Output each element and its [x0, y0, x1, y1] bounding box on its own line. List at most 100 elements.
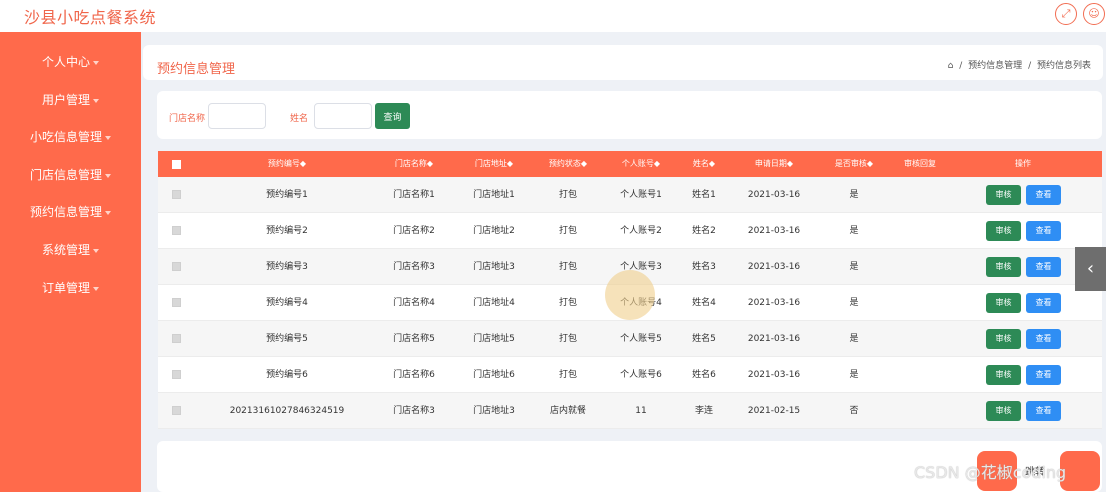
row-checkbox[interactable]	[172, 190, 181, 199]
view-button[interactable]: 查看	[1026, 221, 1061, 241]
audit-button[interactable]: 审核	[986, 365, 1021, 385]
cell-status: 打包	[558, 262, 577, 272]
caret-down-icon	[93, 286, 99, 291]
breadcrumb-item: 预约信息列表	[1036, 61, 1091, 71]
table-row: 20213161027846324519 门店名称3 门店地址3 店内就餐 11…	[158, 393, 1102, 429]
column-header[interactable]: 门店地址◆	[452, 151, 536, 177]
cell-store-address: 门店地址4	[473, 298, 515, 308]
audit-button[interactable]: 审核	[986, 401, 1021, 421]
home-icon[interactable]: ⌂	[948, 61, 954, 71]
cell-date: 2021-03-16	[747, 262, 801, 272]
column-header[interactable]: 预约编号◆	[242, 151, 332, 177]
view-button[interactable]: 查看	[1026, 185, 1061, 205]
cell-date: 2021-03-16	[747, 370, 801, 380]
name-label: 姓名	[290, 114, 309, 124]
cell-date: 2021-03-16	[747, 334, 801, 344]
cell-date: 2021-03-16	[747, 190, 801, 200]
sidebar-item-label: 订单管理	[41, 281, 90, 295]
column-header[interactable]: 姓名◆	[664, 151, 744, 177]
sidebar-item-snack-management[interactable]: 小吃信息管理	[0, 127, 141, 147]
cell-name: 姓名3	[692, 262, 716, 272]
caret-down-icon	[93, 60, 99, 65]
cell-reply	[880, 177, 960, 213]
cell-name: 姓名2	[692, 226, 716, 236]
select-all-checkbox[interactable]	[172, 160, 181, 169]
caret-down-icon	[105, 210, 111, 215]
cell-reply	[880, 393, 960, 429]
audit-button[interactable]: 审核	[986, 257, 1021, 277]
sidebar-item-label: 个人中心	[41, 55, 90, 69]
sidebar-item-reservation-management[interactable]: 预约信息管理	[0, 202, 141, 222]
view-button[interactable]: 查看	[1026, 257, 1061, 277]
page-header: 预约信息管理 ⌂ / 预约信息管理 / 预约信息列表	[143, 45, 1103, 80]
page-title: 预约信息管理	[157, 62, 236, 77]
audit-button[interactable]: 审核	[986, 329, 1021, 349]
search-panel: 门店名称 姓名 查询	[157, 91, 1102, 139]
view-button[interactable]: 查看	[1026, 401, 1061, 421]
cell-name: 姓名4	[692, 298, 716, 308]
cell-status: 打包	[558, 298, 577, 308]
cell-status: 打包	[558, 190, 577, 200]
query-button[interactable]: 查询	[375, 103, 410, 129]
store-name-input[interactable]	[208, 103, 266, 129]
row-checkbox[interactable]	[172, 406, 181, 415]
audit-button[interactable]: 审核	[986, 185, 1021, 205]
row-checkbox[interactable]	[172, 262, 181, 271]
cell-name: 李连	[694, 406, 713, 416]
column-header: 操作	[1015, 159, 1031, 168]
cell-reservation-no: 预约编号4	[266, 298, 308, 308]
cell-reservation-no: 预约编号5	[266, 334, 308, 344]
cell-store-name: 门店名称4	[393, 298, 435, 308]
row-checkbox[interactable]	[172, 370, 181, 379]
cell-reservation-no: 预约编号2	[266, 226, 308, 236]
row-checkbox[interactable]	[172, 226, 181, 235]
view-button[interactable]: 查看	[1026, 365, 1061, 385]
column-header[interactable]: 预约状态◆	[528, 151, 608, 177]
column-header[interactable]: 申请日期◆	[734, 151, 814, 177]
watermark: CSDN @花椒coding	[914, 463, 1067, 482]
collapse-handle[interactable]: ‹	[1075, 247, 1106, 291]
audit-button[interactable]: 审核	[986, 221, 1021, 241]
cell-status: 打包	[558, 370, 577, 380]
cell-reply	[880, 249, 960, 285]
caret-down-icon	[105, 135, 111, 140]
app-title: 沙县小吃点餐系统	[24, 8, 157, 27]
sidebar-item-label: 系统管理	[41, 243, 90, 257]
sidebar: 个人中心 用户管理 小吃信息管理 门店信息管理 预约信息管理 系统管理 订单管理	[0, 32, 141, 492]
audit-button[interactable]: 审核	[986, 293, 1021, 313]
cell-store-name: 门店名称6	[393, 370, 435, 380]
cell-date: 2021-03-16	[747, 298, 801, 308]
cell-reply	[880, 357, 960, 393]
breadcrumb: ⌂ / 预约信息管理 / 预约信息列表	[945, 58, 1091, 71]
view-button[interactable]: 查看	[1026, 329, 1061, 349]
top-bar: 沙县小吃点餐系统 ⤢ ☺	[0, 0, 1106, 32]
breadcrumb-sep: /	[959, 61, 963, 71]
sidebar-item-store-management[interactable]: 门店信息管理	[0, 165, 141, 185]
cell-store-address: 门店地址3	[473, 262, 515, 272]
name-input[interactable]	[314, 103, 372, 129]
breadcrumb-item[interactable]: 预约信息管理	[968, 61, 1022, 71]
sidebar-item-label: 小吃信息管理	[29, 130, 102, 144]
column-header[interactable]: 门店名称◆	[372, 151, 456, 177]
cell-reservation-no: 预约编号6	[266, 370, 308, 380]
view-button[interactable]: 查看	[1026, 293, 1061, 313]
cell-reservation-no: 预约编号3	[266, 262, 308, 272]
cell-status: 打包	[558, 334, 577, 344]
cell-store-name: 门店名称3	[393, 406, 435, 416]
cell-store-name: 门店名称2	[393, 226, 435, 236]
row-checkbox[interactable]	[172, 334, 181, 343]
sidebar-item-personal-center[interactable]: 个人中心	[0, 52, 141, 72]
cell-reply	[880, 285, 960, 321]
user-icon[interactable]: ☺	[1083, 3, 1105, 25]
row-checkbox[interactable]	[172, 298, 181, 307]
expand-icon[interactable]: ⤢	[1055, 3, 1077, 25]
store-name-label: 门店名称	[169, 114, 206, 124]
cell-store-address: 门店地址3	[473, 406, 515, 416]
sidebar-item-system-management[interactable]: 系统管理	[0, 240, 141, 260]
cell-reply	[880, 321, 960, 357]
table-row: 预约编号1 门店名称1 门店地址1 打包 个人账号1 姓名1 2021-03-1…	[158, 177, 1102, 213]
sidebar-item-order-management[interactable]: 订单管理	[0, 278, 141, 298]
cell-store-name: 门店名称3	[393, 262, 435, 272]
sidebar-item-user-management[interactable]: 用户管理	[0, 90, 141, 110]
table-row: 预约编号2 门店名称2 门店地址2 打包 个人账号2 姓名2 2021-03-1…	[158, 213, 1102, 249]
